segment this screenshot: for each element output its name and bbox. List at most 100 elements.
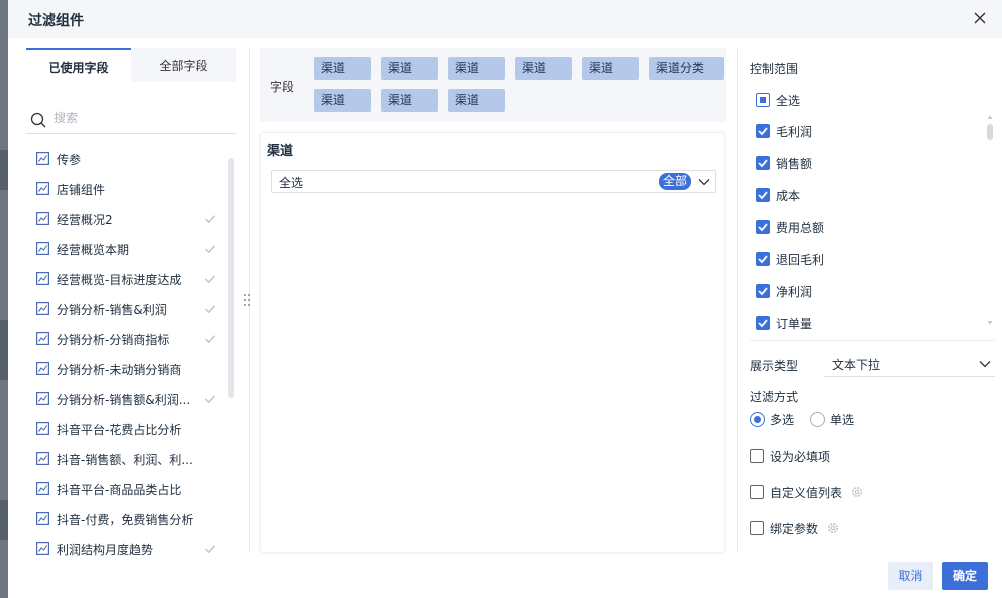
checkbox[interactable] (756, 252, 770, 266)
tab-used-fields[interactable]: 已使用字段 (26, 48, 131, 82)
list-item[interactable]: 分销分析-未动销分销商 (26, 354, 226, 384)
scope-checkbox-select-all[interactable]: 全选 (756, 90, 800, 110)
field-chip[interactable]: 渠道 (448, 89, 505, 112)
list-item[interactable]: 利润结构月度趋势 (26, 534, 226, 564)
chart-component-icon (36, 272, 49, 285)
list-item[interactable]: 分销分析-销售&利润 (26, 294, 226, 324)
field-label: 利润结构月度趋势 (57, 543, 154, 557)
checkbox[interactable] (750, 449, 764, 463)
field-chip[interactable]: 渠道 (381, 89, 438, 112)
field-chip[interactable]: 渠道分类 (649, 57, 724, 80)
display-type-value: 文本下拉 (832, 358, 881, 372)
close-button[interactable] (970, 8, 990, 28)
field-chip[interactable]: 渠道 (314, 89, 371, 112)
checkbox[interactable] (750, 521, 764, 535)
field-label: 抖音平台-花费占比分析 (57, 423, 182, 437)
scope-checkbox[interactable]: 订单量 (756, 313, 812, 333)
chart-component-icon (36, 242, 49, 255)
background-fragment (0, 320, 8, 380)
checkbox[interactable] (756, 156, 770, 170)
field-label: 抖音-付费，免费销售分析 (57, 513, 194, 527)
list-item[interactable]: 经营概况2 (26, 204, 226, 234)
background-fragment (0, 500, 8, 540)
field-chip[interactable]: 渠道 (314, 57, 371, 80)
radio-button[interactable] (750, 411, 765, 427)
checkbox[interactable] (750, 485, 764, 499)
list-item[interactable]: 抖音-销售额、利润、利... (26, 444, 226, 474)
list-item[interactable]: 抖音平台-商品品类占比 (26, 474, 226, 504)
drag-handle-icon (244, 294, 250, 306)
gear-icon[interactable] (850, 485, 864, 499)
scroll-down-icon[interactable] (987, 320, 993, 326)
scope-checkbox[interactable]: 费用总额 (756, 217, 824, 237)
checkmark-icon (758, 287, 768, 296)
checkbox[interactable] (756, 284, 770, 298)
display-type-label: 展示类型 (750, 359, 799, 373)
checkbox[interactable] (756, 124, 770, 138)
field-chip[interactable]: 渠道 (515, 57, 572, 80)
scope-checkbox[interactable]: 净利润 (756, 281, 812, 301)
checkbox[interactable] (756, 220, 770, 234)
checkbox-label: 自定义值列表 (770, 485, 843, 500)
chart-component-icon (36, 182, 49, 195)
field-label: 分销分析-未动销分销商 (57, 363, 182, 377)
field-chip[interactable]: 渠道 (381, 57, 438, 80)
checkmark-icon (758, 127, 768, 136)
field-chip[interactable]: 渠道 (582, 57, 639, 80)
checkmark-icon (204, 215, 216, 224)
scope-checkbox[interactable]: 销售额 (756, 153, 812, 173)
list-item[interactable]: 抖音-付费，免费销售分析 (26, 504, 226, 534)
scope-checkbox[interactable]: 毛利润 (756, 121, 812, 141)
field-list-scrollbar[interactable] (228, 146, 234, 586)
radio-single-select[interactable]: 单选 (810, 409, 854, 429)
required-checkbox[interactable]: 设为必填项 (750, 446, 830, 466)
list-item[interactable]: 分销分析-分销商指标 (26, 324, 226, 354)
scrollbar-thumb[interactable] (228, 158, 234, 398)
field-panel: 已使用字段 全部字段 传参 店铺组件 经营概况2 (26, 48, 236, 557)
list-item[interactable]: 传参 (26, 144, 226, 174)
field-label: 抖音-销售额、利润、利... (57, 453, 193, 467)
confirm-button[interactable]: 确定 (942, 562, 988, 590)
list-item[interactable]: 分销分析-销售额&利润... (26, 384, 226, 414)
dialog-title: 过滤组件 (28, 13, 84, 29)
checkbox[interactable] (756, 93, 770, 107)
list-item[interactable]: 店铺组件 (26, 174, 226, 204)
display-type-select[interactable]: 文本下拉 (824, 351, 995, 377)
custom-value-list-checkbox[interactable]: 自定义值列表 (750, 482, 864, 502)
resize-handle[interactable] (243, 292, 251, 308)
field-list: 传参 店铺组件 经营概况2 经营概览本期 经营概览-目标进度达成 分销分析-销售… (26, 144, 226, 594)
field-label: 分销分析-分销商指标 (57, 333, 170, 347)
scope-checkbox[interactable]: 退回毛利 (756, 249, 824, 269)
list-item[interactable]: 经营概览-目标进度达成 (26, 264, 226, 294)
chart-component-icon (36, 422, 49, 435)
checkbox-label: 销售额 (776, 156, 813, 171)
tab-all-fields[interactable]: 全部字段 (131, 48, 236, 82)
gear-icon[interactable] (826, 521, 840, 535)
field-label: 经营概览-目标进度达成 (57, 273, 182, 287)
checkbox[interactable] (756, 188, 770, 202)
scroll-up-icon[interactable] (987, 114, 993, 120)
scope-list-scrollbar[interactable] (987, 114, 993, 328)
radio-button[interactable] (810, 411, 825, 427)
bind-parameter-checkbox[interactable]: 绑定参数 (750, 518, 840, 538)
scrollbar-thumb[interactable] (987, 124, 993, 140)
chart-component-icon (36, 212, 49, 225)
list-item[interactable]: 抖音平台-花费占比分析 (26, 414, 226, 444)
bound-field-bar: 字段 渠道 渠道 渠道 渠道 渠道 渠道分类 渠道 渠道 渠道 (260, 48, 726, 122)
checkbox[interactable] (756, 316, 770, 330)
field-label: 店铺组件 (57, 183, 106, 197)
background-fragment (0, 150, 8, 190)
chart-component-icon (36, 302, 49, 315)
list-item[interactable]: 经营概览本期 (26, 234, 226, 264)
field-chip[interactable]: 渠道 (448, 57, 505, 80)
filter-dropdown-value: 全选 (279, 176, 304, 190)
radio-multi-select[interactable]: 多选 (750, 409, 794, 429)
dialog-title-bar: 过滤组件 (8, 0, 1002, 38)
cancel-button[interactable]: 取消 (888, 562, 933, 590)
filter-title: 渠道 (267, 144, 294, 159)
checkbox-label: 毛利润 (776, 124, 813, 139)
search-input[interactable] (54, 108, 224, 128)
scope-checkbox[interactable]: 成本 (756, 185, 800, 205)
filter-dropdown[interactable]: 全选 全部 (271, 170, 716, 193)
field-tabs: 已使用字段 全部字段 (26, 48, 236, 82)
